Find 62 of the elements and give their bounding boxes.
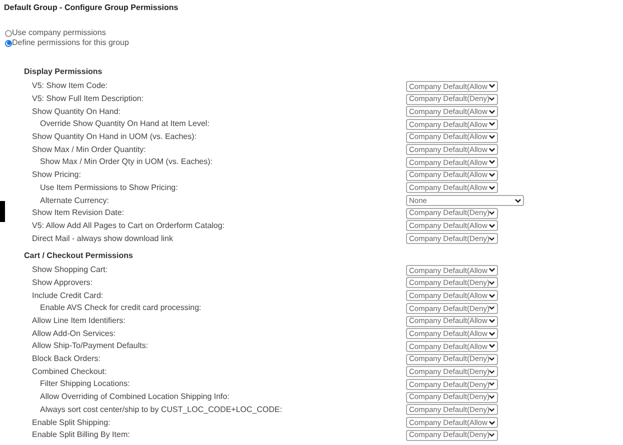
permission-label: Allow Ship-To/Payment Defaults: <box>32 340 150 352</box>
permission-label: Direct Mail - always show download link <box>32 232 174 245</box>
chevron-down-icon <box>489 420 495 425</box>
permission-label: Alternate Currency: <box>40 194 110 207</box>
permission-label: Allow Add-On Services: <box>32 328 117 340</box>
chevron-down-icon <box>489 211 495 216</box>
chevron-down-icon <box>489 110 495 114</box>
permission-label: Show Quantity On Hand in UOM (vs. Eaches): <box>32 131 198 144</box>
chevron-down-icon <box>489 173 495 178</box>
page-title: Default Group - Configure Group Permissions <box>3 2 180 14</box>
permission-label: Show Max / Min Order Quantity: <box>32 144 147 156</box>
chevron-down-icon <box>489 84 495 88</box>
radio-button[interactable] <box>5 30 12 36</box>
permission-label: Include Credit Card: <box>32 290 104 302</box>
chevron-down-icon <box>489 306 495 310</box>
chevron-down-icon <box>489 97 495 102</box>
chevron-down-icon <box>489 357 495 362</box>
permission-label: Show Approvers: <box>32 276 94 289</box>
chevron-down-icon <box>489 319 495 324</box>
permission-label: V5: Show Full Item Description: <box>32 93 145 106</box>
permission-label: Allow Overriding of Combined Location Shipping Info: <box>40 391 230 404</box>
chevron-down-icon <box>515 198 521 203</box>
radio-button[interactable] <box>5 40 12 46</box>
chevron-down-icon <box>489 344 495 348</box>
chevron-down-icon <box>489 135 495 140</box>
section-heading: Display Permissions <box>23 66 102 78</box>
chevron-down-icon <box>489 224 495 228</box>
permission-label: Enable Split Shipping: <box>32 416 112 429</box>
chevron-down-icon <box>489 160 495 164</box>
radio-label: Use company permissions <box>12 27 106 39</box>
chevron-down-icon <box>489 370 495 374</box>
permission-label: V5: Show Item Code: <box>32 80 109 92</box>
permission-label: Allow Line Item Identifiers: <box>32 315 126 328</box>
chevron-down-icon <box>489 236 495 241</box>
permission-label: Enable AVS Check for credit card processing: <box>40 302 202 314</box>
permission-label: Combined Checkout: <box>32 366 108 378</box>
chevron-down-icon <box>489 395 495 400</box>
permission-label: Show Shopping Cart: <box>32 264 109 276</box>
permission-label: Show Pricing: <box>32 169 82 182</box>
chevron-down-icon <box>489 186 495 190</box>
permission-label: Always sort cost center/ship to by CUST_LOC_CODE+LOC_CODE: <box>40 404 284 416</box>
permission-label: Filter Shipping Locations: <box>40 378 131 390</box>
chevron-down-icon <box>489 268 495 272</box>
chevron-down-icon <box>489 280 495 285</box>
chevron-down-icon <box>489 382 495 386</box>
chevron-down-icon <box>489 122 495 126</box>
permission-label: Show Max / Min Order Qty in UOM (vs. Eaches): <box>40 156 214 168</box>
permission-label: V5: Allow Add All Pages to Cart on Orderform Catalog: <box>32 220 226 232</box>
chevron-down-icon <box>489 148 495 152</box>
permission-label: Override Show Quantity On Hand at Item Level: <box>40 118 210 130</box>
radio-label: Define permissions for this group <box>12 37 129 49</box>
permission-label: Block Back Orders: <box>32 353 102 366</box>
permission-label: Show Quantity On Hand: <box>32 106 122 118</box>
chevron-down-icon <box>489 433 495 438</box>
permission-label: Use Item Permissions to Show Pricing: <box>40 182 179 194</box>
permission-label: Enable Split Billing By Item: <box>32 429 131 442</box>
chevron-down-icon <box>489 408 495 412</box>
permission-label: Show Item Revision Date: <box>32 207 126 220</box>
chevron-down-icon <box>489 294 495 298</box>
chevron-down-icon <box>489 332 495 336</box>
edge-marker <box>0 201 5 222</box>
section-heading: Cart / Checkout Permissions <box>23 250 133 262</box>
